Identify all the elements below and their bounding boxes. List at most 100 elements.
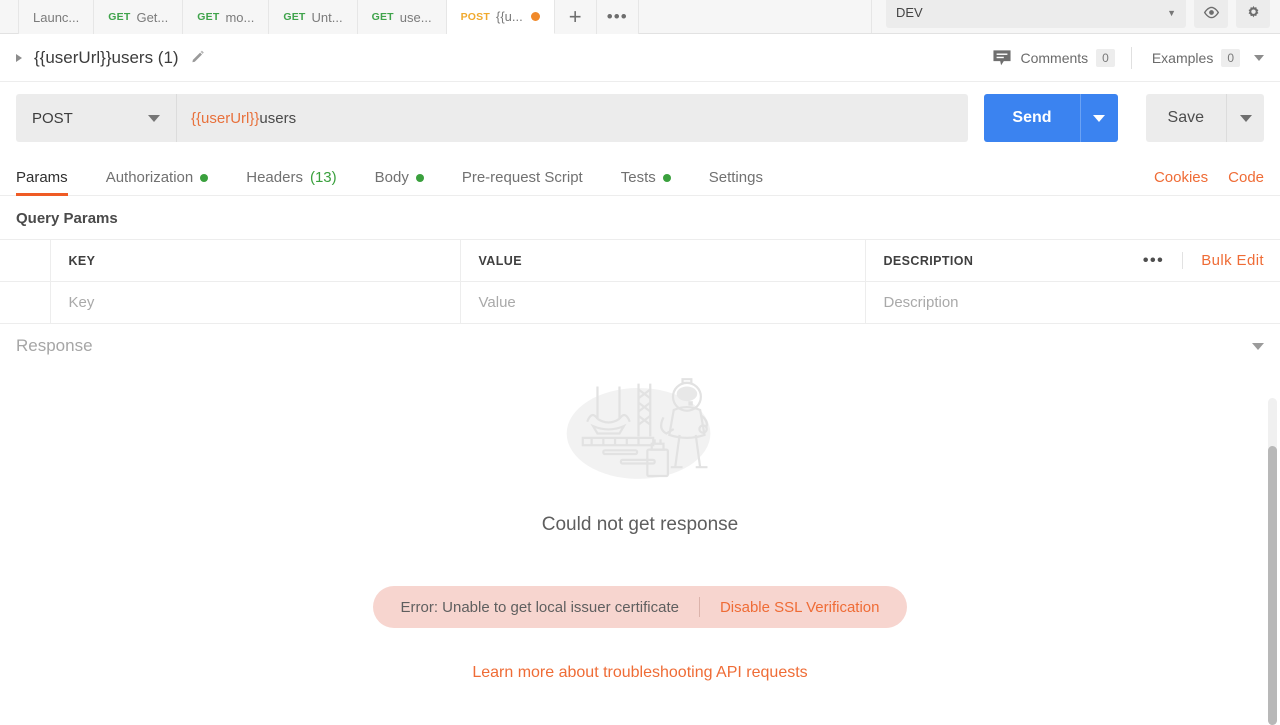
tab-label: Pre-request Script [461, 169, 583, 186]
bulk-edit-button[interactable]: Bulk Edit [1182, 252, 1264, 269]
request-tab-get-4[interactable]: GET use... [357, 0, 447, 34]
gear-icon [1248, 5, 1258, 18]
url-variable-token: {{userUrl}} [191, 109, 260, 127]
eye-icon [1203, 6, 1219, 19]
table-header-row: KEY VALUE DESCRIPTION ••• Bulk Edit [0, 239, 1280, 282]
request-config-tabs: Params Authorization Headers (13) Body P… [0, 156, 1280, 196]
response-empty-message: Could not get response [541, 514, 739, 535]
param-description-input[interactable]: Description [865, 282, 1280, 324]
comments-label: Comments [1020, 49, 1089, 66]
response-section-header: Response [0, 324, 1280, 366]
status-dot [415, 173, 424, 182]
chevron-down-icon: ▼ [1167, 7, 1176, 18]
save-button-group: Save [1145, 94, 1264, 142]
send-options-button[interactable] [1079, 94, 1118, 142]
save-options-button[interactable] [1226, 94, 1264, 142]
status-dot [662, 173, 671, 182]
edit-request-name-button[interactable] [190, 50, 206, 66]
chevron-down-icon [148, 114, 160, 122]
http-method-value: POST [32, 109, 73, 127]
request-tab-method: POST [460, 10, 490, 23]
request-tab-bar: Launc... GET Get... GET mo... GET Unt...… [0, 0, 1280, 34]
row-checkbox-cell[interactable] [0, 281, 51, 324]
examples-chevron-down-icon[interactable] [1254, 54, 1264, 61]
settings-button[interactable] [1236, 0, 1270, 28]
environment-selector[interactable]: DEV ▼ [886, 0, 1186, 28]
http-method-select[interactable]: POST [16, 94, 176, 142]
chevron-down-icon [1093, 114, 1106, 122]
tab-label: Body [374, 169, 409, 186]
param-value-input[interactable]: Value [460, 281, 866, 324]
response-title: Response [16, 336, 93, 355]
tab-authorization[interactable]: Authorization [106, 169, 209, 195]
tab-body[interactable]: Body [375, 169, 424, 195]
comment-icon [993, 49, 1012, 65]
tab-label: Headers [246, 169, 303, 186]
environment-quick-look-button[interactable] [1194, 0, 1228, 28]
param-key-input[interactable]: Key [50, 281, 461, 324]
request-tab-post-active[interactable]: POST {{u... [446, 0, 555, 34]
environment-name: DEV [896, 5, 923, 20]
table-options-button[interactable]: ••• [1125, 252, 1182, 270]
tab-overflow-menu-button[interactable]: ••• [596, 0, 639, 34]
cookies-link[interactable]: Cookies [1154, 169, 1208, 186]
examples-count-badge: 0 [1221, 48, 1240, 67]
save-button[interactable]: Save [1145, 94, 1226, 142]
response-collapse-chevron-icon[interactable] [1252, 342, 1264, 350]
request-tab-label: mo... [225, 9, 255, 25]
request-header-bar: {{userUrl}}users (1) Comments 0 Examples [0, 34, 1280, 82]
error-banner: Error: Unable to get local issuer certif… [372, 586, 908, 628]
examples-button[interactable]: Examples 0 [1132, 48, 1240, 67]
tab-pre-request-script[interactable]: Pre-request Script [462, 169, 583, 195]
disable-ssl-verification-link[interactable]: Disable SSL Verification [720, 599, 880, 616]
request-tab-label: Get... [136, 9, 169, 25]
request-tab-method: GET [108, 11, 131, 23]
new-tab-button[interactable]: + [554, 0, 597, 34]
request-tab-get-1[interactable]: GET Get... [94, 0, 184, 34]
comments-count-badge: 0 [1096, 48, 1115, 67]
tab-params[interactable]: Params [16, 169, 68, 196]
tab-headers[interactable]: Headers (13) [246, 169, 336, 195]
send-button[interactable]: Send [984, 94, 1080, 142]
url-bar: POST {{userUrl}} users Send Save [0, 82, 1280, 156]
tab-label: Settings [708, 169, 763, 186]
request-tab-method: GET [197, 11, 220, 23]
code-link[interactable]: Code [1228, 169, 1264, 186]
tab-settings[interactable]: Settings [709, 169, 763, 195]
caret-right-icon[interactable] [16, 53, 22, 62]
status-dot [200, 173, 209, 182]
request-tab-label: use... [399, 9, 432, 25]
request-header-actions: Comments 0 Examples 0 [992, 46, 1264, 69]
request-tab-method: GET [283, 11, 306, 23]
table-row: Key Value Description [0, 281, 1280, 324]
comments-button[interactable]: Comments 0 [992, 48, 1130, 67]
error-message: Error: Unable to get local issuer certif… [400, 598, 679, 616]
tab-label: Tests [620, 169, 656, 186]
request-tab-get-3[interactable]: GET Unt... [269, 0, 358, 34]
headers-count: (13) [309, 169, 337, 186]
vertical-scrollbar-track[interactable] [1268, 398, 1277, 725]
url-path-text: users [259, 109, 297, 127]
request-tab-launc[interactable]: Launc... [18, 0, 95, 34]
learn-more-link[interactable]: Learn more about troubleshooting API req… [472, 664, 807, 682]
url-input[interactable]: {{userUrl}} users [176, 94, 969, 142]
request-tab-label: Unt... [311, 9, 343, 25]
tab-label: Params [16, 169, 68, 186]
query-params-title: Query Params [16, 210, 118, 227]
send-button-group: Send [984, 94, 1118, 142]
column-header-value: VALUE [460, 239, 866, 282]
query-params-table: KEY VALUE DESCRIPTION ••• Bulk Edit Key [0, 239, 1280, 324]
request-tab-get-2[interactable]: GET mo... [183, 0, 270, 34]
vertical-scrollbar-thumb[interactable] [1268, 446, 1277, 725]
postman-app-window: Launc... GET Get... GET mo... GET Unt...… [0, 0, 1280, 725]
workspace-toolbar: DEV ▼ [871, 0, 1280, 33]
request-tab-method: GET [371, 11, 394, 23]
tab-label: Authorization [105, 169, 194, 186]
pencil-icon [191, 50, 204, 62]
request-tab-label: {{u... [495, 9, 523, 24]
chevron-down-icon [1239, 114, 1252, 122]
column-header-key: KEY [50, 239, 461, 282]
unsaved-changes-dot [530, 12, 540, 21]
tab-tests[interactable]: Tests [621, 169, 671, 195]
request-tabs-right-links: Cookies Code [1154, 169, 1264, 195]
